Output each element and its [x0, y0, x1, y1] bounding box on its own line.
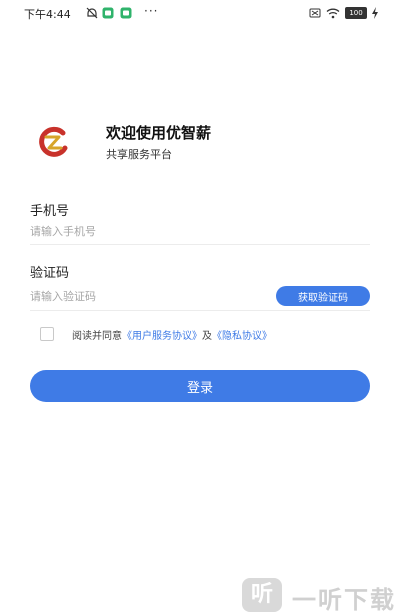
code-divider	[30, 310, 370, 311]
battery-icon: 100	[345, 7, 367, 19]
do-not-disturb-icon	[86, 7, 98, 19]
sim-icon	[309, 8, 321, 18]
phone-label: 手机号	[30, 204, 70, 219]
welcome-title: 欢迎使用优智薪	[106, 124, 212, 142]
app-logo	[39, 126, 68, 157]
watermark-logo: 听	[242, 578, 282, 612]
agreement-checkbox[interactable]	[40, 327, 54, 341]
get-code-button[interactable]: 获取验证码	[276, 286, 370, 306]
status-time: 下午4:44	[24, 8, 71, 21]
terms-link[interactable]: 《用户服务协议》	[122, 331, 202, 342]
app-notification-icon-2	[120, 7, 132, 19]
watermark: 听 一听下载	[240, 574, 400, 616]
login-button[interactable]: 登录	[30, 370, 370, 402]
privacy-link[interactable]: 《隐私协议》	[212, 331, 272, 342]
code-input[interactable]	[30, 285, 270, 307]
status-bar: 下午4:44 ··· 100	[0, 0, 400, 26]
phone-input[interactable]	[30, 220, 370, 242]
code-label: 验证码	[30, 266, 70, 281]
agreement-joiner: 及	[202, 331, 212, 342]
more-notifications-icon: ···	[144, 4, 159, 18]
charging-icon	[372, 7, 378, 19]
agreement-text: 阅读并同意《用户服务协议》及《隐私协议》	[72, 327, 272, 342]
agreement-prefix: 阅读并同意	[72, 331, 122, 342]
welcome-subtitle: 共享服务平台	[106, 148, 172, 161]
wifi-icon	[326, 8, 340, 19]
phone-divider	[30, 244, 370, 245]
watermark-text: 一听下载	[292, 586, 396, 614]
app-notification-icon	[102, 7, 114, 19]
